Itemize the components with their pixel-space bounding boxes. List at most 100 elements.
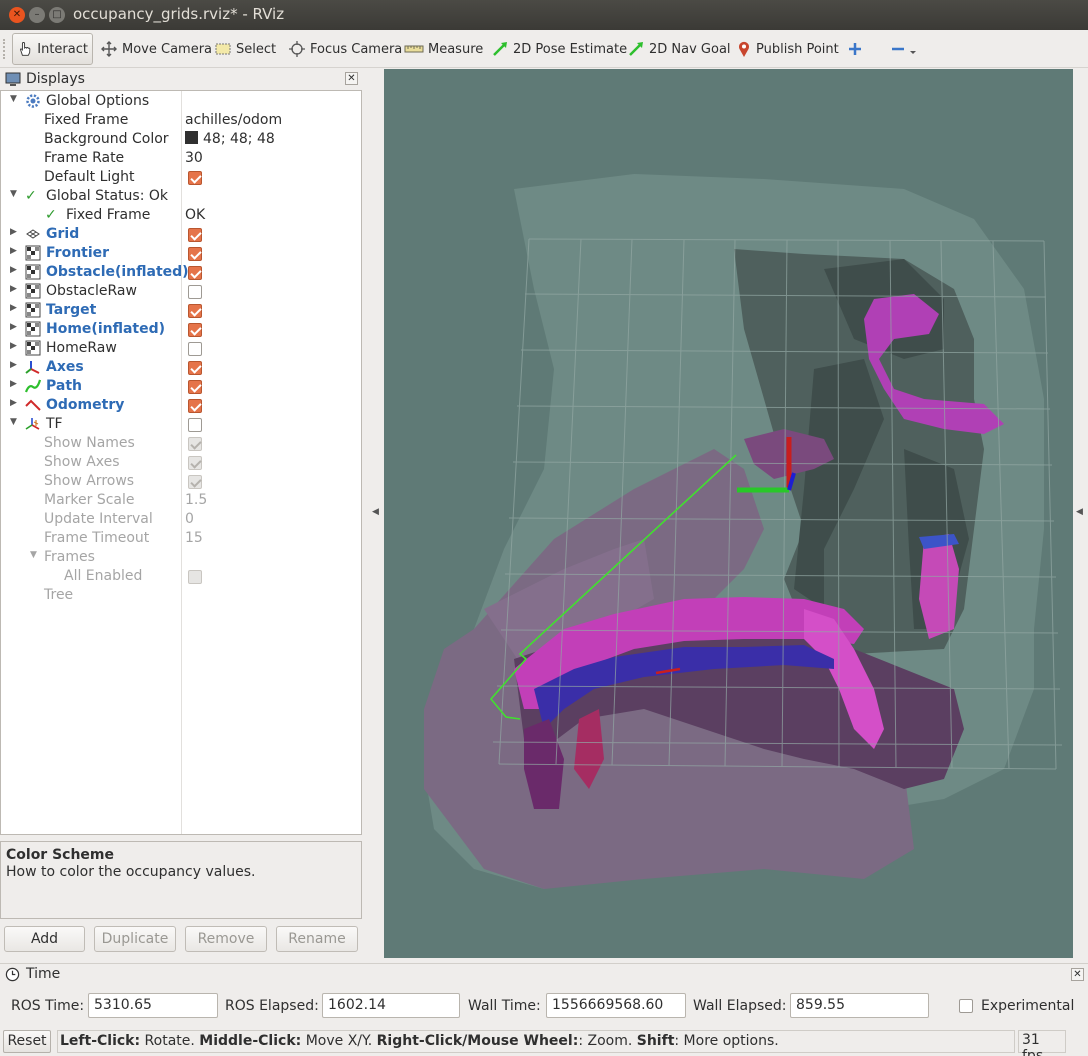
focus-camera-tool-button[interactable]: Focus Camera xyxy=(284,33,406,65)
window-close-button[interactable]: ✕ xyxy=(9,7,25,23)
title-bar: ✕ – □ occupancy_grids.rviz* - RViz xyxy=(0,0,1088,30)
wall-elapsed-label: Wall Elapsed: xyxy=(693,998,787,1014)
measure-tool-button[interactable]: Measure xyxy=(400,33,487,65)
expand-arrow-icon[interactable]: ▼ xyxy=(10,417,20,427)
fps-counter: 31 fps xyxy=(1018,1030,1066,1056)
map-icon xyxy=(25,302,41,318)
render-viewport[interactable] xyxy=(384,69,1073,958)
tree-row-home-inflated[interactable]: ▶ Home(inflated) xyxy=(1,320,361,339)
reset-button[interactable]: Reset xyxy=(3,1030,51,1053)
collapse-arrow-icon[interactable]: ▶ xyxy=(10,360,20,370)
tf-checkbox[interactable] xyxy=(188,418,202,432)
collapse-arrow-icon[interactable]: ▶ xyxy=(10,227,20,237)
target-checkbox[interactable] xyxy=(188,304,202,318)
experimental-checkbox[interactable] xyxy=(959,999,973,1013)
tree-row-target[interactable]: ▶ Target xyxy=(1,301,361,320)
ros-time-field[interactable]: 5310.65 xyxy=(88,993,218,1018)
frame-timeout-label: Frame Timeout xyxy=(44,530,150,546)
select-tool-button[interactable]: Select xyxy=(210,33,280,65)
obstacle-inflated-checkbox[interactable] xyxy=(188,266,202,280)
odometry-checkbox[interactable] xyxy=(188,399,202,413)
ros-elapsed-field[interactable]: 1602.14 xyxy=(322,993,460,1018)
duplicate-display-button[interactable]: Duplicate xyxy=(94,926,176,952)
home-inflated-label: Home(inflated) xyxy=(46,321,166,337)
hint-more: : More options. xyxy=(674,1033,779,1049)
tree-label: Tree xyxy=(44,587,74,603)
wall-time-field[interactable]: 1556669568.60 xyxy=(546,993,686,1018)
tree-row-global-options[interactable]: ▼ Global Options xyxy=(1,92,361,111)
tree-row-frontier[interactable]: ▶ Frontier xyxy=(1,244,361,263)
tree-row-tf[interactable]: ▼ TF xyxy=(1,415,361,434)
displays-close-button[interactable]: ✕ xyxy=(345,72,358,85)
rename-display-button[interactable]: Rename xyxy=(276,926,358,952)
obstacle-raw-checkbox[interactable] xyxy=(188,285,202,299)
select-tool-label: Select xyxy=(236,41,277,57)
add-display-button[interactable]: Add xyxy=(4,926,85,952)
add-tool-button[interactable] xyxy=(843,33,871,65)
frame-rate-value[interactable]: 30 xyxy=(185,149,203,168)
window-maximize-button[interactable]: □ xyxy=(49,7,65,23)
tree-row-frame-rate[interactable]: Frame Rate 30 xyxy=(1,149,361,168)
tree-row-default-light[interactable]: Default Light xyxy=(1,168,361,187)
frame-rate-label: Frame Rate xyxy=(44,150,125,166)
pose-estimate-tool-button[interactable]: 2D Pose Estimate xyxy=(487,33,631,65)
axes-checkbox[interactable] xyxy=(188,361,202,375)
interact-tool-button[interactable]: Interact xyxy=(12,33,93,65)
default-light-checkbox[interactable] xyxy=(188,171,202,185)
background-color-field[interactable]: 48; 48; 48 xyxy=(185,130,275,149)
toolbar-grip[interactable] xyxy=(3,39,7,59)
tree-row-global-status[interactable]: ▼ ✓ Global Status: Ok xyxy=(1,187,361,206)
remove-tool-button[interactable] xyxy=(886,33,924,65)
nav-goal-tool-button[interactable]: 2D Nav Goal xyxy=(623,33,735,65)
tree-row-fixed-frame[interactable]: Fixed Frame achilles/odom xyxy=(1,111,361,130)
fixed-frame-value[interactable]: achilles/odom xyxy=(185,111,282,130)
path-checkbox[interactable] xyxy=(188,380,202,394)
grid-checkbox[interactable] xyxy=(188,228,202,242)
property-description: Color Scheme How to color the occupancy … xyxy=(0,841,362,919)
background-color-value: 48; 48; 48 xyxy=(203,131,275,147)
display-tree[interactable]: ▼ Global Options Fixed Frame achilles/od… xyxy=(0,90,362,835)
expand-arrow-icon: ▼ xyxy=(30,550,37,560)
move-camera-tool-button[interactable]: Move Camera xyxy=(96,33,216,65)
expand-arrow-icon[interactable]: ▼ xyxy=(10,189,20,199)
collapse-arrow-icon[interactable]: ▶ xyxy=(10,303,20,313)
tree-row-status-fixed-frame[interactable]: ✓ Fixed Frame OK xyxy=(1,206,361,225)
marker-scale-label: Marker Scale xyxy=(44,492,135,508)
wall-elapsed-field[interactable]: 859.55 xyxy=(790,993,929,1018)
collapse-arrow-icon[interactable]: ▶ xyxy=(10,379,20,389)
collapse-arrow-icon[interactable]: ▶ xyxy=(10,398,20,408)
tree-row-background-color[interactable]: Background Color 48; 48; 48 xyxy=(1,130,361,149)
collapse-arrow-icon[interactable]: ▶ xyxy=(10,284,20,294)
time-close-button[interactable]: ✕ xyxy=(1071,968,1084,981)
default-light-label: Default Light xyxy=(44,169,135,185)
collapse-arrow-icon[interactable]: ▶ xyxy=(10,322,20,332)
tf-label: TF xyxy=(46,416,63,432)
home-inflated-checkbox[interactable] xyxy=(188,323,202,337)
frontier-checkbox[interactable] xyxy=(188,247,202,261)
tree-row-home-raw[interactable]: ▶ HomeRaw xyxy=(1,339,361,358)
remove-display-button[interactable]: Remove xyxy=(185,926,267,952)
target-label: Target xyxy=(46,302,97,318)
home-raw-checkbox[interactable] xyxy=(188,342,202,356)
description-text: How to color the occupancy values. xyxy=(6,864,256,880)
axes-icon xyxy=(25,361,40,374)
tree-row-obstacle-raw[interactable]: ▶ ObstacleRaw xyxy=(1,282,361,301)
tree-row-obstacle-inflated[interactable]: ▶ Obstacle(inflated) xyxy=(1,263,361,282)
tree-row-path[interactable]: ▶ Path xyxy=(1,377,361,396)
publish-point-tool-button[interactable]: Publish Point xyxy=(732,33,843,65)
expand-arrow-icon[interactable]: ▼ xyxy=(10,94,20,104)
collapse-left-arrow-icon[interactable]: ◀ xyxy=(372,507,379,517)
tree-row-grid[interactable]: ▶ Grid xyxy=(1,225,361,244)
map-pin-icon xyxy=(739,41,749,57)
checkmark-icon: ✓ xyxy=(25,188,37,204)
panel-splitter[interactable]: ◀ xyxy=(363,69,384,964)
tree-row-odometry[interactable]: ▶ Odometry xyxy=(1,396,361,415)
color-swatch[interactable] xyxy=(185,131,198,144)
window-minimize-button[interactable]: – xyxy=(29,7,45,23)
tree-row-axes[interactable]: ▶ Axes xyxy=(1,358,361,377)
collapse-arrow-icon[interactable]: ▶ xyxy=(10,246,20,256)
collapse-arrow-icon[interactable]: ▶ xyxy=(10,341,20,351)
collapse-arrow-icon[interactable]: ▶ xyxy=(10,265,20,275)
collapse-right-arrow-icon[interactable]: ◀ xyxy=(1076,507,1083,517)
hint-left-click: Left-Click: xyxy=(60,1033,141,1049)
